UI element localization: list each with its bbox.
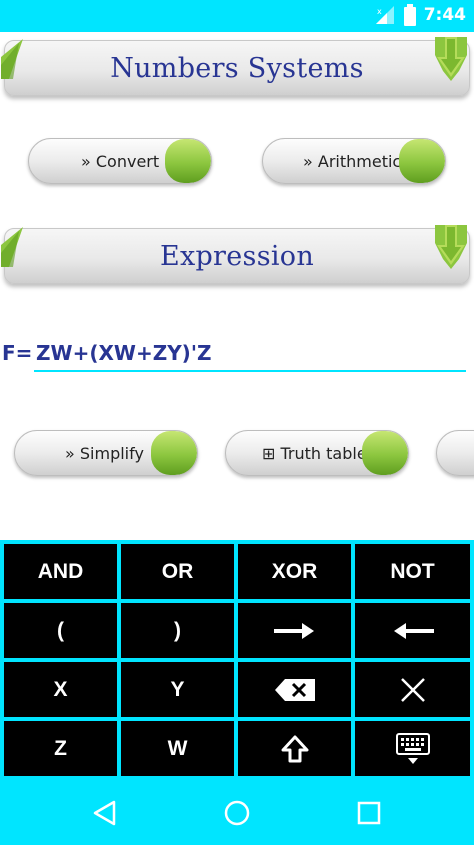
key-or[interactable]: OR <box>121 544 234 599</box>
key-y[interactable]: Y <box>121 662 234 717</box>
truth-table-button[interactable]: ⊞ Truth table <box>225 430 409 476</box>
chevron-down-icon[interactable] <box>431 225 471 269</box>
expression-input[interactable] <box>34 336 466 372</box>
key-cursor-right[interactable] <box>238 603 351 658</box>
key-clear[interactable] <box>355 662 470 717</box>
convert-accent <box>165 139 211 183</box>
truth-table-accent <box>362 431 408 475</box>
key-w[interactable]: W <box>121 721 234 776</box>
key-shift[interactable] <box>238 721 351 776</box>
clear-icon <box>400 677 425 702</box>
key-hide-keyboard[interactable] <box>355 721 470 776</box>
status-bar: x 7:44 <box>0 0 474 32</box>
expression-prefix: F= <box>2 341 33 365</box>
backspace-icon <box>274 678 315 701</box>
key-backspace[interactable] <box>238 662 351 717</box>
svg-text:x: x <box>377 7 382 16</box>
key-x-label: X <box>53 677 68 701</box>
key-w-label: W <box>167 736 188 760</box>
truth-table-label: ⊞ Truth table <box>262 444 367 463</box>
shift-icon <box>281 735 308 762</box>
simplify-button[interactable]: » Simplify <box>14 430 198 476</box>
key-and[interactable]: AND <box>4 544 117 599</box>
recents-icon[interactable] <box>354 798 384 828</box>
key-or-label: OR <box>161 559 194 583</box>
key-xor[interactable]: XOR <box>238 544 351 599</box>
key-right-paren[interactable]: ) <box>121 603 234 658</box>
chevron-down-icon[interactable] <box>431 37 471 81</box>
keyboard-icon <box>395 732 430 764</box>
key-left-paren-label: ( <box>57 618 64 642</box>
key-left-paren[interactable]: ( <box>4 603 117 658</box>
signal-icon: x <box>375 6 394 24</box>
key-and-label: AND <box>37 559 84 583</box>
key-x[interactable]: X <box>4 662 117 717</box>
battery-icon <box>403 4 416 26</box>
main-content: Numbers Systems » Convert » Arithmetic E… <box>0 32 474 540</box>
simplify-label: » Simplify <box>65 444 144 463</box>
key-cursor-left[interactable] <box>355 603 470 658</box>
numbers-systems-title: Numbers Systems <box>110 53 364 84</box>
arrow-right-icon <box>273 622 314 639</box>
keypad: AND OR XOR NOT ( ) X Y Z W <box>0 540 474 780</box>
more-button[interactable] <box>436 430 474 476</box>
arithmetic-label: » Arithmetic <box>303 152 402 171</box>
arithmetic-accent <box>399 139 445 183</box>
key-not[interactable]: NOT <box>355 544 470 599</box>
key-xor-label: XOR <box>271 559 318 583</box>
status-time: 7:44 <box>423 5 466 25</box>
home-icon[interactable] <box>222 798 252 828</box>
numbers-systems-header: Numbers Systems <box>1 37 471 96</box>
key-right-paren-label: ) <box>174 618 181 642</box>
convert-label: » Convert <box>81 152 160 171</box>
navigation-bar <box>0 780 474 845</box>
key-z[interactable]: Z <box>4 721 117 776</box>
arithmetic-button[interactable]: » Arithmetic <box>262 138 446 184</box>
back-icon[interactable] <box>90 798 120 828</box>
key-y-label: Y <box>170 677 185 701</box>
arrow-left-icon <box>393 622 434 639</box>
convert-button[interactable]: » Convert <box>28 138 212 184</box>
expression-title: Expression <box>159 241 315 272</box>
expression-header: Expression <box>1 225 471 284</box>
key-not-label: NOT <box>390 559 435 583</box>
key-z-label: Z <box>54 736 67 760</box>
simplify-accent <box>151 431 197 475</box>
